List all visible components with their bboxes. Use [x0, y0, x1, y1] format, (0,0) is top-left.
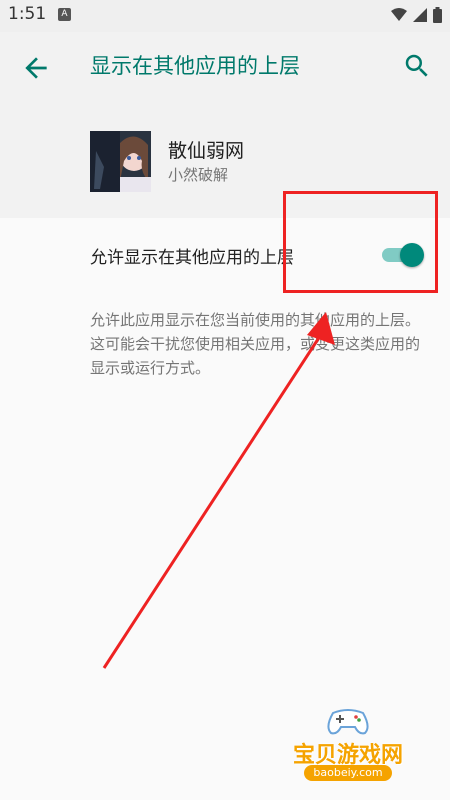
app-toolbar: 显示在其他应用的上层 — [0, 32, 450, 102]
watermark-url: baobeiy.com — [304, 765, 392, 781]
app-subtitle: 小然破解 — [168, 166, 229, 184]
status-bar: 1:51 A — [0, 0, 450, 32]
status-time: 1:51 — [8, 4, 47, 24]
search-icon[interactable] — [402, 51, 432, 81]
app-name: 散仙弱网 — [168, 140, 245, 162]
app-icon — [90, 131, 151, 192]
overlay-permission-label: 允许显示在其他应用的上层 — [90, 248, 294, 268]
system-icons — [391, 7, 442, 23]
annotation-highlight-box — [283, 191, 438, 293]
signal-icon — [413, 8, 427, 22]
page-title: 显示在其他应用的上层 — [90, 54, 300, 78]
arrow-back-icon[interactable] — [20, 52, 52, 84]
gamepad-icon — [327, 709, 369, 735]
permission-description: 允许此应用显示在您当前使用的其他应用的上层。这可能会干扰您使用相关应用，或变更这… — [90, 311, 421, 377]
wifi-icon — [391, 8, 407, 21]
battery-icon — [433, 7, 442, 23]
watermark-logo: 宝贝游戏网 baobeiy.com — [278, 705, 418, 785]
notification-icon: A — [58, 8, 71, 21]
